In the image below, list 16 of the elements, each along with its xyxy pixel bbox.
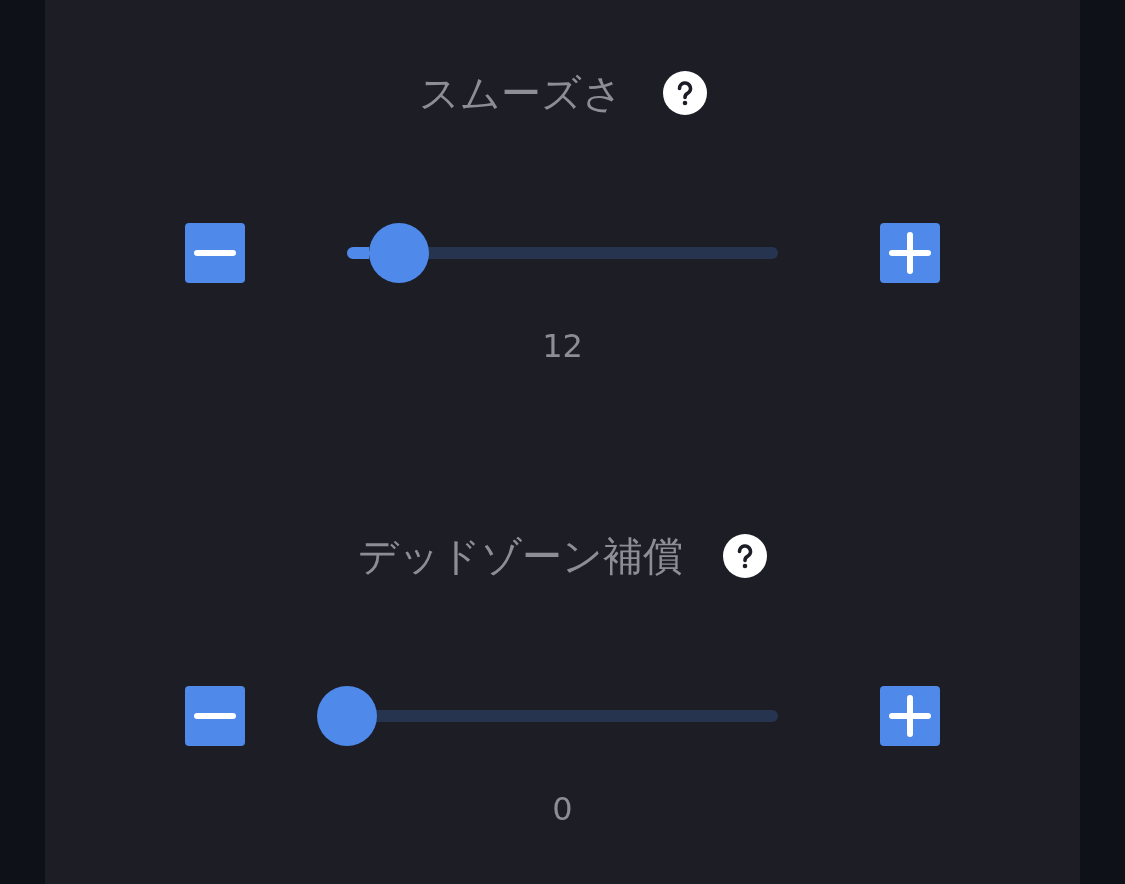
minus-icon [194, 713, 236, 719]
help-icon[interactable] [662, 71, 707, 115]
slider-thumb[interactable] [317, 686, 377, 746]
minus-icon [194, 250, 236, 256]
increase-button[interactable] [880, 223, 940, 283]
setting-value: 0 [552, 789, 573, 829]
slider-fill [347, 247, 369, 259]
plus-icon [889, 695, 931, 737]
setting-title: スムーズさ [418, 69, 623, 118]
help-icon[interactable] [723, 534, 767, 578]
decrease-button[interactable] [185, 686, 245, 746]
setting-value: 12 [542, 326, 583, 366]
increase-button[interactable] [880, 686, 940, 746]
decrease-button[interactable] [185, 223, 245, 283]
plus-icon [889, 232, 931, 274]
setting-title: デッドゾーン補償 [358, 532, 683, 581]
